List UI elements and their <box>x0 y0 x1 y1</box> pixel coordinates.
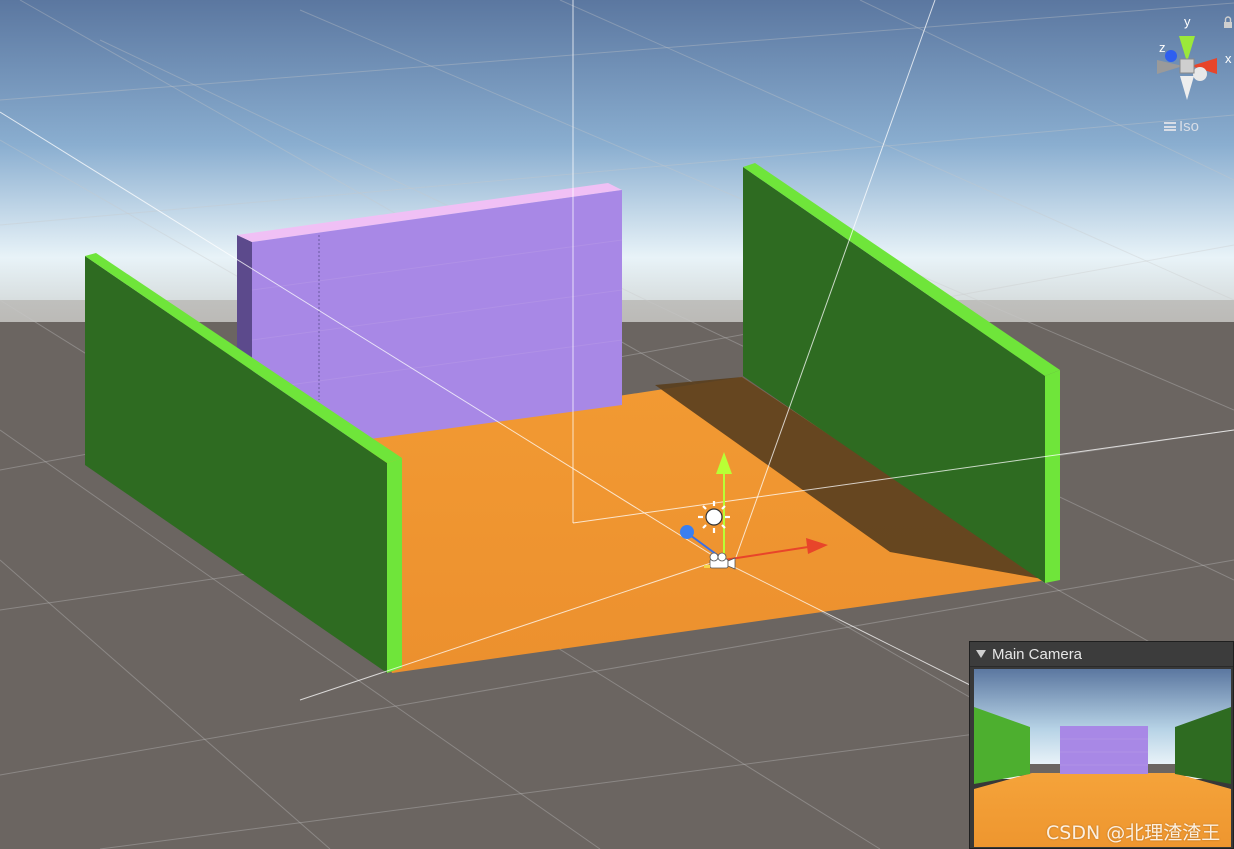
watermark-text: CSDN @北理渣渣王 <box>1046 822 1221 844</box>
gizmo-axis-neg-z-ball[interactable] <box>1193 67 1207 81</box>
camera-preview-title: Main Camera <box>992 645 1083 663</box>
gizmo-z-label: z <box>1159 40 1166 55</box>
projection-label: Iso <box>1179 118 1200 135</box>
gizmo-center-cube[interactable] <box>1179 58 1195 74</box>
menu-icon <box>1164 122 1176 131</box>
gizmo-y-label: y <box>1184 14 1191 29</box>
camera-preview-header[interactable]: Main Camera <box>970 642 1233 667</box>
collapse-triangle-icon[interactable] <box>976 650 986 658</box>
gizmo-axis-z-ball[interactable] <box>1165 50 1177 62</box>
projection-toggle[interactable]: Iso <box>1164 118 1199 135</box>
gizmo-x-label: x <box>1225 51 1232 66</box>
gizmo-z-handle[interactable] <box>680 525 694 539</box>
